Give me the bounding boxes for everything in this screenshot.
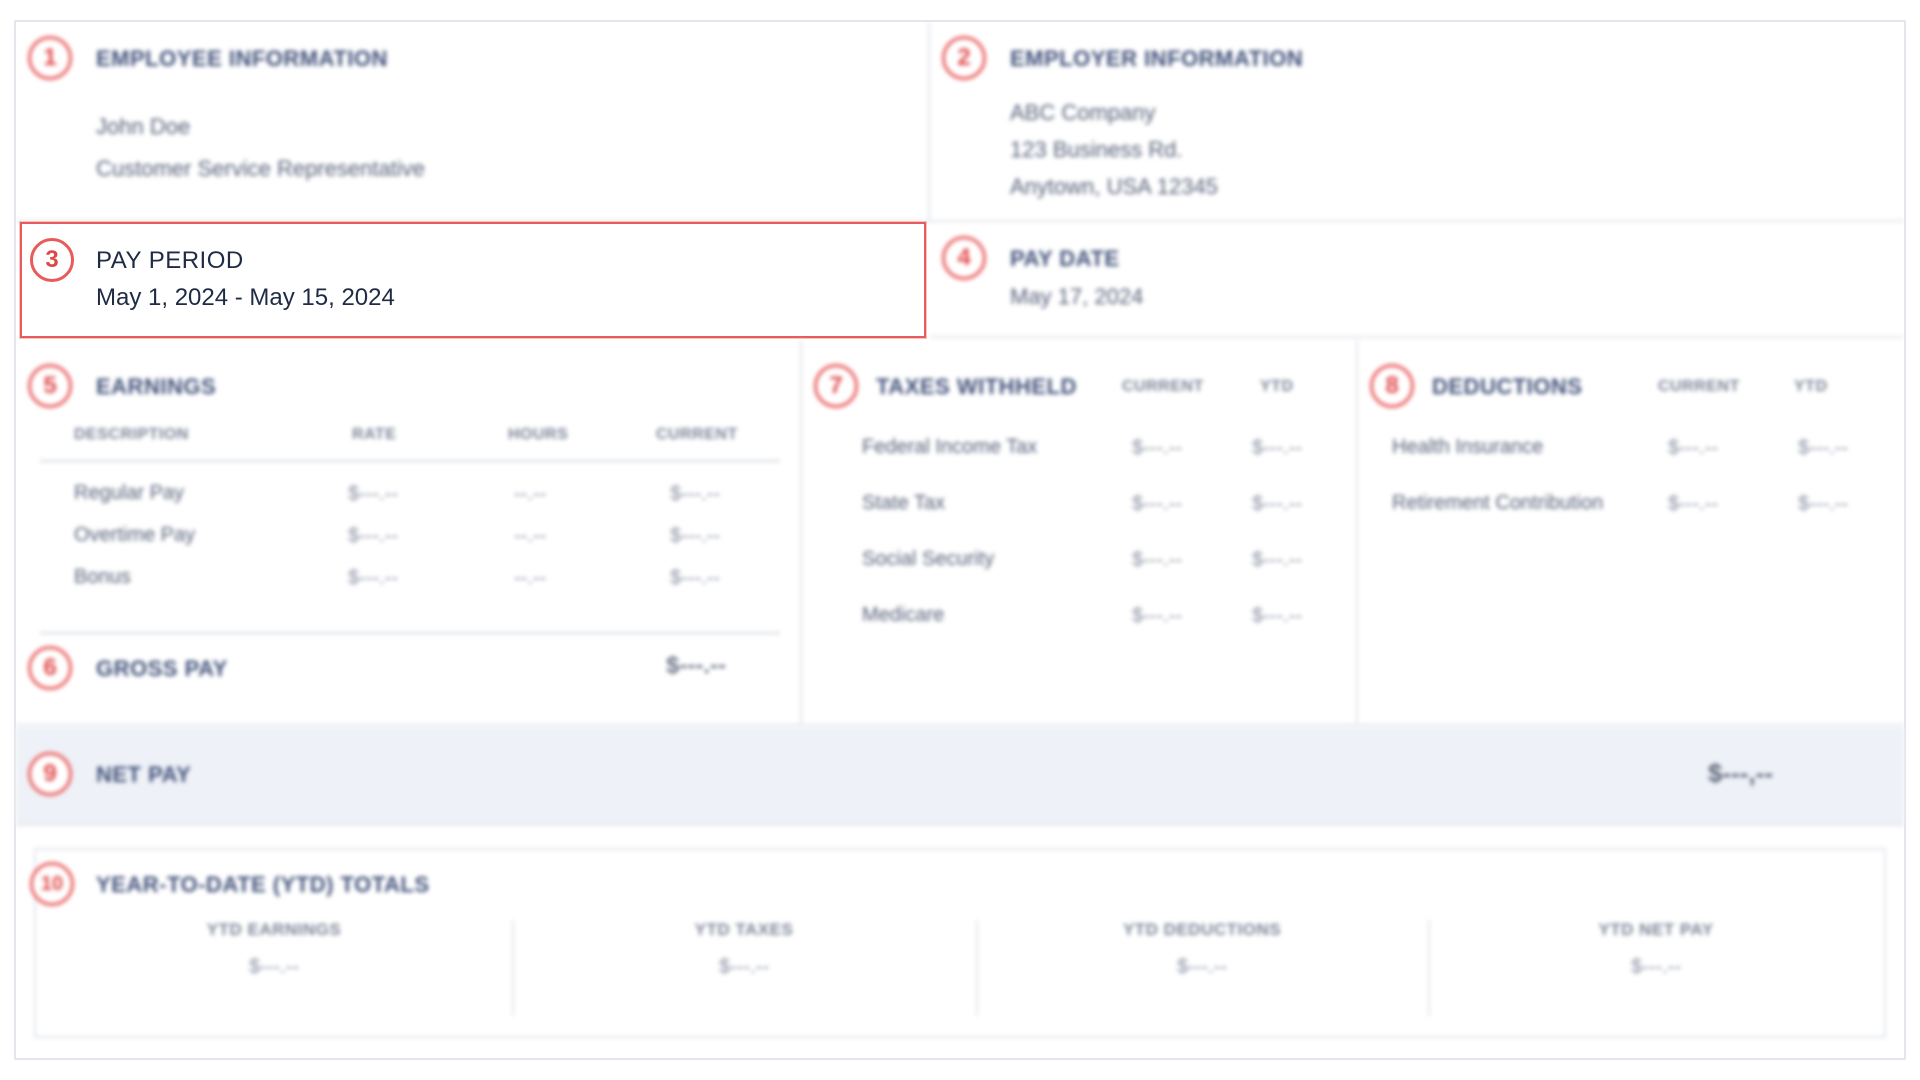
tax-label: Federal Income Tax	[862, 436, 1038, 458]
tax-ytd: $---.--	[1252, 437, 1302, 459]
ytd-label: YTD EARNINGS	[206, 920, 342, 939]
tax-ytd: $---.--	[1252, 493, 1302, 515]
section-title: EARNINGS	[96, 374, 217, 399]
section-number-badge: 3	[30, 238, 74, 282]
section-number-badge: 5	[28, 364, 72, 408]
tax-ytd: $---.--	[1252, 605, 1302, 627]
deduction-ytd: $---.--	[1798, 493, 1848, 515]
column-header: CURRENT	[1658, 378, 1740, 395]
pay-date-section: 4 PAY DATE May 17, 2024	[930, 222, 1904, 338]
earning-hours: --.--	[514, 567, 547, 589]
deduction-label: Health Insurance	[1392, 436, 1544, 458]
gross-pay-value: $---.--	[666, 652, 726, 679]
gross-pay-label: GROSS PAY	[96, 656, 228, 681]
earning-hours: --.--	[514, 483, 547, 505]
deduction-current: $---.--	[1668, 493, 1718, 515]
earning-description: Regular Pay	[74, 482, 185, 504]
tax-label: Medicare	[862, 604, 945, 626]
employer-address-line1: 123 Business Rd.	[1010, 137, 1183, 162]
employer-info-section: 2 EMPLOYER INFORMATION ABC Company 123 B…	[930, 22, 1904, 222]
earning-rate: $---.--	[348, 483, 398, 505]
section-title: PAY DATE	[1010, 246, 1120, 271]
ytd-label: YTD TAXES	[694, 920, 794, 939]
pay-date-value: May 17, 2024	[1010, 284, 1144, 309]
pay-period-value: May 1, 2024 - May 15, 2024	[96, 284, 395, 311]
column-header: YTD	[1794, 378, 1828, 395]
divider	[40, 460, 780, 462]
ytd-value: $---.--	[1177, 956, 1227, 978]
ytd-label: YTD NET PAY	[1598, 920, 1714, 939]
ytd-label: YTD DEDUCTIONS	[1122, 920, 1282, 939]
earning-rate: $---.--	[348, 525, 398, 547]
pay-stub: 1 EMPLOYEE INFORMATION John Doe Customer…	[14, 20, 1906, 1060]
earning-rate: $---.--	[348, 567, 398, 589]
ytd-item: YTD TAXES $---.--	[512, 920, 976, 979]
section-number-badge: 10	[30, 862, 74, 906]
column-header: DESCRIPTION	[74, 426, 189, 443]
ytd-value: $---.--	[249, 956, 299, 978]
ytd-value: $---.--	[719, 956, 769, 978]
column-header: CURRENT	[656, 426, 738, 443]
ytd-item: YTD NET PAY $---.--	[1428, 920, 1884, 979]
earning-current: $---.--	[670, 483, 720, 505]
section-number-badge: 9	[28, 752, 72, 796]
net-pay-section: 9 NET PAY $---,--	[16, 726, 1904, 826]
section-number-badge: 6	[28, 646, 72, 690]
section-number-badge: 4	[942, 236, 986, 280]
tax-current: $---.--	[1132, 437, 1182, 459]
column-header: RATE	[352, 426, 397, 443]
earning-description: Bonus	[74, 566, 131, 588]
tax-current: $---.--	[1132, 493, 1182, 515]
deductions-section: 8 DEDUCTIONS CURRENT YTD Health Insuranc…	[1358, 340, 1904, 726]
earning-hours: --.--	[514, 525, 547, 547]
tax-label: State Tax	[862, 492, 946, 514]
net-pay-value: $---,--	[1708, 758, 1773, 788]
section-title: EMPLOYER INFORMATION	[1010, 46, 1304, 71]
section-title: DEDUCTIONS	[1432, 374, 1583, 399]
tax-current: $---.--	[1132, 605, 1182, 627]
net-pay-label: NET PAY	[96, 762, 192, 787]
section-number-badge: 1	[28, 36, 72, 80]
ytd-value: $---.--	[1631, 956, 1681, 978]
column-header: HOURS	[508, 426, 569, 443]
column-header: CURRENT	[1122, 378, 1204, 395]
employee-info-section: 1 EMPLOYEE INFORMATION John Doe Customer…	[16, 22, 930, 222]
taxes-section: 7 TAXES WITHHELD CURRENT YTD Federal Inc…	[802, 340, 1358, 726]
employee-name: John Doe	[96, 114, 191, 139]
column-header: YTD	[1260, 378, 1294, 395]
section-number-badge: 2	[942, 36, 986, 80]
ytd-item: YTD EARNINGS $---.--	[36, 920, 512, 979]
divider	[40, 632, 780, 634]
tax-label: Social Security	[862, 548, 995, 570]
employee-role: Customer Service Representative	[96, 156, 425, 181]
section-title: TAXES WITHHELD	[876, 374, 1077, 399]
employer-company: ABC Company	[1010, 100, 1156, 125]
deduction-current: $---.--	[1668, 437, 1718, 459]
tax-ytd: $---.--	[1252, 549, 1302, 571]
employer-address-line2: Anytown, USA 12345	[1010, 174, 1218, 199]
tax-current: $---.--	[1132, 549, 1182, 571]
section-title: PAY PERIOD	[96, 247, 244, 274]
deduction-ytd: $---.--	[1798, 437, 1848, 459]
deduction-label: Retirement Contribution	[1392, 492, 1604, 514]
earning-current: $---.--	[670, 567, 720, 589]
ytd-totals-section: 10 YEAR-TO-DATE (YTD) TOTALS YTD EARNING…	[30, 848, 1886, 1038]
section-number-badge: 7	[814, 364, 858, 408]
section-number-badge: 8	[1370, 364, 1414, 408]
ytd-item: YTD DEDUCTIONS $---.--	[976, 920, 1428, 979]
earning-current: $---.--	[670, 525, 720, 547]
earnings-section: 5 EARNINGS DESCRIPTION RATE HOURS CURREN…	[16, 340, 802, 726]
section-title: YEAR-TO-DATE (YTD) TOTALS	[96, 872, 430, 897]
pay-period-section: 3 PAY PERIOD May 1, 2024 - May 15, 2024	[20, 222, 926, 338]
section-title: EMPLOYEE INFORMATION	[96, 46, 388, 71]
earning-description: Overtime Pay	[74, 524, 196, 546]
